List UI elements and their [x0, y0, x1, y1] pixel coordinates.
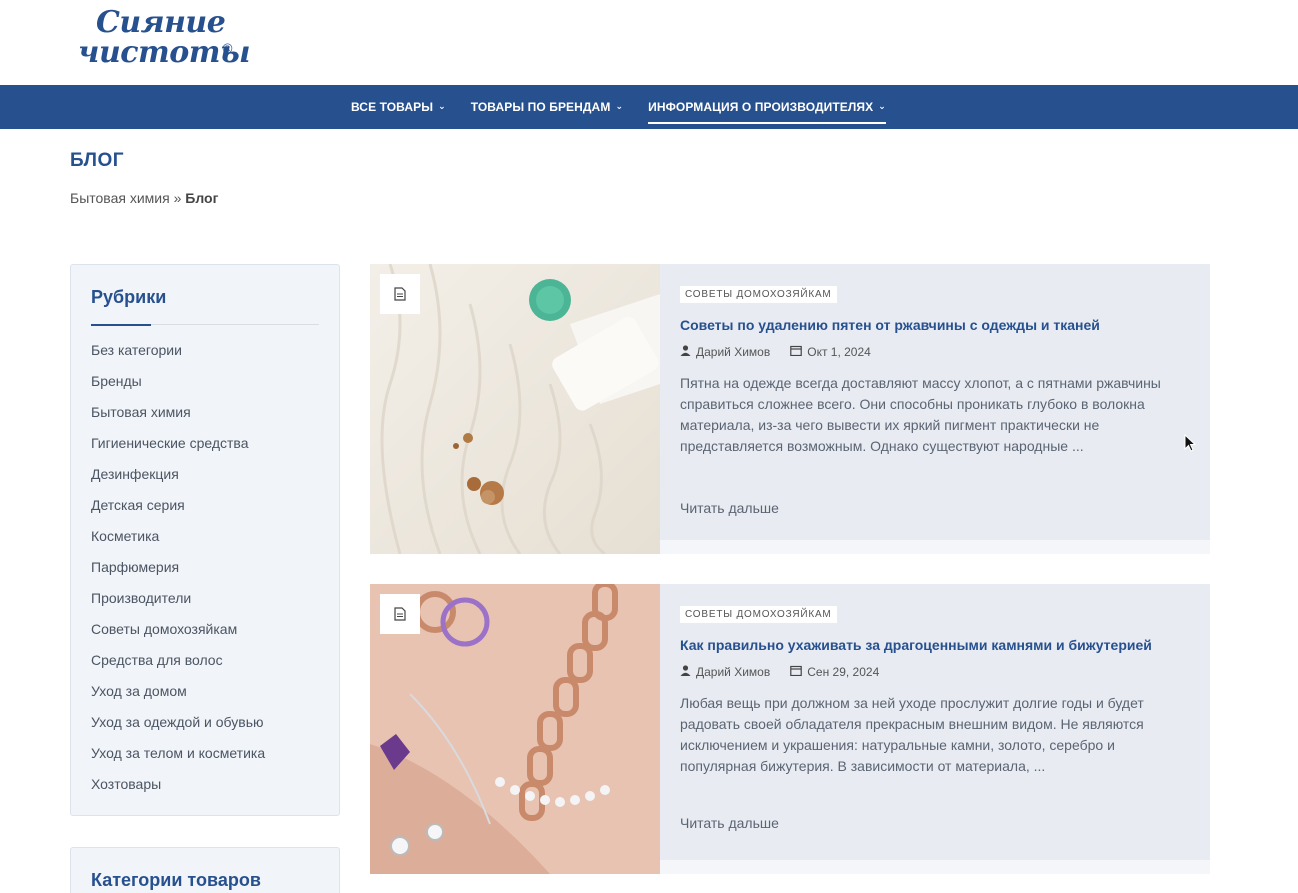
- category-link[interactable]: Парфюмерия: [91, 557, 265, 588]
- chevron-down-icon: ⌄: [615, 100, 624, 111]
- category-link[interactable]: Бытовая химия: [91, 402, 265, 433]
- site-header: Сияние чистоты ®: [0, 0, 1298, 85]
- nav-item-manufacturers-info[interactable]: ИНФОРМАЦИЯ О ПРОИЗВОДИТЕЛЯХ ⌄: [648, 85, 886, 129]
- sidebar-product-categories-widget: Категории товаров: [70, 847, 340, 893]
- post-author[interactable]: Дарий Химов: [696, 345, 770, 359]
- category-link[interactable]: Уход за одеждой и обувью: [91, 712, 265, 743]
- calendar-icon: [790, 345, 803, 359]
- post-category-badge[interactable]: СОВЕТЫ ДОМОХОЗЯЙКАМ: [680, 286, 837, 303]
- category-link[interactable]: Косметика: [91, 526, 265, 557]
- category-link[interactable]: Хозтовары: [91, 774, 265, 805]
- blog-post-card: СОВЕТЫ ДОМОХОЗЯЙКАМ Как правильно ухажив…: [370, 584, 1210, 874]
- user-icon: [680, 665, 691, 679]
- nav-item-all-products[interactable]: ВСЕ ТОВАРЫ ⌄: [351, 85, 446, 129]
- widget-title: Рубрики: [91, 287, 167, 307]
- post-excerpt: Пятна на одежде всегда доставляют массу …: [680, 375, 1161, 454]
- nav-item-label: ВСЕ ТОВАРЫ: [351, 100, 434, 114]
- category-link[interactable]: Дезинфекция: [91, 464, 265, 495]
- category-link[interactable]: Уход за телом и косметика: [91, 743, 265, 774]
- category-link[interactable]: Бренды: [91, 371, 265, 402]
- post-thumbnail[interactable]: [370, 264, 660, 554]
- post-meta: Дарий Химов Окт 1, 2024: [680, 345, 1190, 359]
- post-thumbnail[interactable]: [370, 584, 660, 874]
- post-meta: Дарий Химов Сен 29, 2024: [680, 665, 1190, 679]
- post-title-link[interactable]: Как правильно ухаживать за драгоценными …: [680, 637, 1190, 653]
- post-date: Сен 29, 2024: [807, 665, 880, 679]
- blog-post-card: СОВЕТЫ ДОМОХОЗЯЙКАМ Советы по удалению п…: [370, 264, 1210, 554]
- read-more-link[interactable]: Читать дальше: [680, 815, 779, 831]
- document-icon: [394, 607, 406, 621]
- breadcrumb-separator: »: [173, 190, 182, 206]
- category-list: Без категории Бренды Бытовая химия Гигие…: [91, 340, 265, 805]
- category-link[interactable]: Производители: [91, 588, 265, 619]
- page-title: БЛОГ: [70, 150, 125, 171]
- nav-item-label: ИНФОРМАЦИЯ О ПРОИЗВОДИТЕЛЯХ: [648, 100, 874, 114]
- chevron-down-icon: ⌄: [878, 100, 886, 111]
- post-date: Окт 1, 2024: [807, 345, 871, 359]
- post-excerpt: Любая вещь при должном за ней уходе прос…: [680, 695, 1144, 774]
- logo-registered-mark: ®: [221, 42, 234, 57]
- category-link[interactable]: Средства для волос: [91, 650, 265, 681]
- site-logo[interactable]: Сияние чистоты ®: [78, 5, 251, 74]
- category-link[interactable]: Советы домохозяйкам: [91, 619, 265, 650]
- document-icon: [394, 287, 406, 301]
- breadcrumb-current: Блог: [185, 190, 219, 206]
- category-link[interactable]: Уход за домом: [91, 681, 265, 712]
- post-title-link[interactable]: Советы по удалению пятен от ржавчины с о…: [680, 317, 1190, 333]
- breadcrumb: Бытовая химия » Блог: [70, 190, 218, 206]
- nav-item-label: ТОВАРЫ ПО БРЕНДАМ: [470, 100, 611, 114]
- main-navigation: ВСЕ ТОВАРЫ ⌄ ТОВАРЫ ПО БРЕНДАМ ⌄ ИНФОРМА…: [0, 85, 1298, 129]
- post-format-icon: [380, 594, 420, 634]
- category-link[interactable]: Без категории: [91, 340, 265, 371]
- category-link[interactable]: Детская серия: [91, 495, 265, 526]
- post-category-badge[interactable]: СОВЕТЫ ДОМОХОЗЯЙКАМ: [680, 606, 837, 623]
- mouse-cursor-icon: [1184, 433, 1197, 457]
- widget-title-divider: [91, 324, 319, 326]
- chevron-down-icon: ⌄: [438, 100, 446, 111]
- user-icon: [680, 345, 691, 359]
- category-link[interactable]: Гигиенические средства: [91, 433, 265, 464]
- logo-text-line1: Сияние: [96, 5, 226, 40]
- post-format-icon: [380, 274, 420, 314]
- nav-item-products-by-brand[interactable]: ТОВАРЫ ПО БРЕНДАМ ⌄: [471, 85, 623, 129]
- calendar-icon: [790, 665, 803, 679]
- breadcrumb-home-link[interactable]: Бытовая химия: [70, 190, 170, 206]
- sidebar-categories-widget: Рубрики Без категории Бренды Бытовая хим…: [70, 264, 340, 816]
- post-author[interactable]: Дарий Химов: [696, 665, 770, 679]
- read-more-link[interactable]: Читать дальше: [680, 500, 779, 516]
- widget-title: Категории товаров: [91, 870, 261, 890]
